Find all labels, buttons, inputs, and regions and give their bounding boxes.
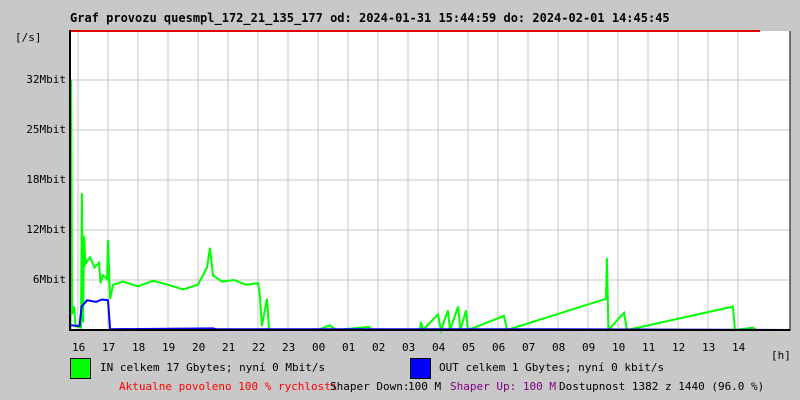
series-in-point — [82, 321, 84, 323]
allowed-speed: Aktualne povoleno 100 % rychlosti — [119, 380, 338, 393]
x-tick-label: 03 — [402, 341, 416, 354]
series-in-point — [94, 267, 95, 268]
series-in-point — [137, 285, 139, 287]
x-tick-label: 16 — [72, 341, 86, 354]
series-in-point — [623, 312, 625, 314]
x-axis-unit: [h] — [771, 349, 791, 362]
series-in-point — [122, 281, 124, 283]
series-in-point — [465, 309, 467, 311]
x-tick-label: 22 — [252, 341, 266, 354]
series-out-point — [101, 299, 103, 301]
series-in-point — [259, 290, 260, 292]
series-in-point — [100, 282, 101, 284]
traffic-chart — [69, 30, 791, 334]
series-in-point — [420, 321, 422, 323]
series-in-point — [245, 284, 247, 286]
series-in-point — [266, 298, 268, 300]
y-tick-label: 12Mbit — [26, 223, 66, 236]
series-in-point — [503, 315, 505, 317]
x-tick-label: 09 — [582, 341, 596, 354]
series-in-point — [80, 327, 82, 329]
x-tick-label: 06 — [492, 341, 506, 354]
series-in-point — [212, 274, 214, 276]
x-tick-label: 00 — [312, 341, 326, 354]
series-in-point — [102, 274, 104, 276]
legend-in-swatch — [70, 358, 91, 379]
series-in-point — [167, 284, 169, 286]
series-in-point — [606, 257, 608, 259]
y-tick-label: 18Mbit — [26, 173, 66, 186]
series-in-point — [257, 282, 259, 284]
x-tick-label: 05 — [462, 341, 476, 354]
series-in-point — [83, 235, 85, 237]
series-in-point — [197, 284, 199, 286]
series-in-point — [109, 298, 111, 300]
shaper-down-value: 100 M — [408, 380, 442, 393]
legend-out: OUT celkem 1 Gbytes; nyní 0 kbit/s — [439, 361, 665, 374]
x-tick-label: 23 — [282, 341, 296, 354]
series-in-point — [71, 313, 73, 315]
x-tick-label: 04 — [432, 341, 446, 354]
series-out-point — [79, 325, 80, 327]
series-in-point — [107, 239, 109, 241]
x-tick-label: 17 — [102, 341, 116, 354]
legend-in: IN celkem 17 Gbytes; nyní 0 Mbit/s — [100, 361, 326, 374]
series-out-point — [212, 327, 214, 329]
series-in-point — [152, 280, 154, 282]
x-tick-label: 12 — [672, 341, 686, 354]
x-tick-label: 02 — [372, 341, 386, 354]
x-tick-label: 14 — [732, 341, 746, 354]
series-in-point — [605, 298, 607, 300]
x-tick-label: 07 — [522, 341, 536, 354]
x-tick-label: 18 — [132, 341, 146, 354]
series-out-point — [107, 299, 109, 301]
series-out-point — [86, 299, 88, 301]
y-axis-unit: [/s] — [15, 31, 42, 44]
series-in-point — [106, 278, 108, 280]
series-in-point — [732, 306, 734, 308]
chart-title: Graf provozu quesmpl_172_21_135_177 od: … — [70, 11, 670, 25]
series-in-point — [457, 306, 459, 308]
series-in-point — [85, 263, 86, 265]
x-tick-label: 10 — [612, 341, 626, 354]
series-in-point — [112, 284, 114, 286]
series-in-point — [437, 313, 439, 315]
series-in-point — [89, 256, 91, 258]
availability: Dostupnost 1382 z 1440 (96.0 %) — [559, 380, 765, 393]
series-in-point — [209, 247, 211, 249]
y-tick-label: 6Mbit — [32, 273, 66, 286]
y-tick-label: 25Mbit — [26, 123, 66, 136]
series-in-point — [752, 327, 754, 329]
series-out-point — [81, 306, 83, 308]
shaper-up: Shaper Up: 100 M — [450, 380, 556, 393]
shaper-down-label: Shaper Down: — [330, 380, 410, 393]
series-in-point — [233, 279, 235, 281]
series-in-point — [447, 309, 449, 311]
legend-out-swatch — [410, 358, 431, 379]
series-in-point — [261, 325, 263, 327]
series-in-point — [329, 324, 331, 326]
series-in-point — [98, 262, 100, 264]
series-in-point — [221, 281, 223, 283]
x-tick-label: 19 — [162, 341, 176, 354]
x-tick-label: 20 — [192, 341, 206, 354]
series-in-point — [368, 326, 370, 328]
series-in-point — [206, 267, 208, 268]
x-tick-label: 13 — [702, 341, 716, 354]
x-tick-label: 01 — [342, 341, 356, 354]
series-in-point — [73, 306, 75, 308]
x-tick-label: 21 — [222, 341, 236, 354]
x-tick-label: 11 — [642, 341, 656, 354]
series-in-point — [182, 288, 184, 290]
series-in-point — [81, 192, 83, 194]
series-out-point — [95, 301, 97, 303]
x-tick-label: 08 — [552, 341, 566, 354]
y-tick-label: 32Mbit — [26, 73, 66, 86]
